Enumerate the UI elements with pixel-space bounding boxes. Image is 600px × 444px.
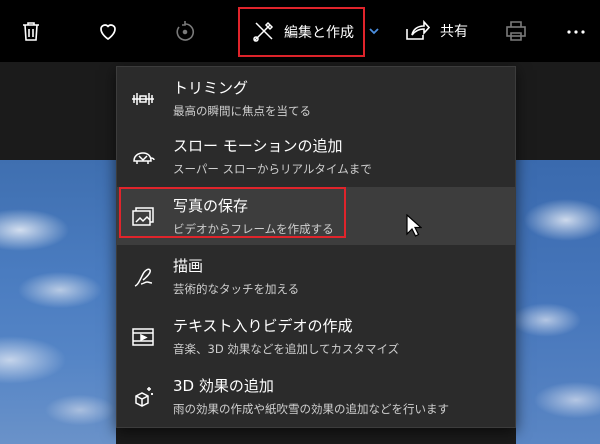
ellipsis-icon[interactable]: [561, 16, 591, 46]
menu-item-save-photo[interactable]: 写真の保存 ビデオからフレームを作成する: [117, 187, 515, 245]
rotate-icon[interactable]: [170, 16, 200, 46]
photo-sky-right: [516, 160, 600, 444]
share-button[interactable]: 共有: [404, 16, 468, 46]
share-label: 共有: [440, 24, 468, 40]
draw-icon: [129, 263, 157, 291]
menu-item-subtitle: 音楽、3D 効果などを追加してカスタマイズ: [173, 342, 400, 356]
menu-item-subtitle: スーパー スローからリアルタイムまで: [173, 162, 372, 176]
photos-app-window: 編集と作成 共有 トリミング 最高の瞬間に焦点を当てる スロー モーションの追加…: [0, 0, 600, 444]
menu-item-slow-motion[interactable]: スロー モーションの追加 スーパー スローからリアルタイムまで: [117, 127, 515, 185]
chevron-down-icon[interactable]: [368, 25, 380, 37]
menu-item-subtitle: 芸術的なタッチを加える: [173, 282, 300, 296]
menu-item-subtitle: 雨の効果の作成や紙吹雪の効果の追加などを行います: [173, 402, 449, 416]
edit-create-button[interactable]: 編集と作成: [238, 7, 365, 57]
photo-sky-left: [0, 160, 116, 444]
effects-3d-icon: [129, 383, 157, 411]
trash-icon[interactable]: [16, 16, 46, 46]
menu-item-3d-effects[interactable]: 3D 効果の追加 雨の効果の作成や紙吹雪の効果の追加などを行います: [117, 367, 515, 425]
trim-icon: [129, 85, 157, 113]
menu-item-title: トリミング: [173, 79, 249, 97]
turtle-icon: [129, 143, 157, 171]
share-icon: [406, 19, 430, 40]
menu-item-title: 3D 効果の追加: [173, 377, 274, 395]
text-video-icon: [129, 323, 157, 351]
edit-create-label: 編集と作成: [284, 25, 354, 41]
edit-create-menu: トリミング 最高の瞬間に焦点を当てる スロー モーションの追加 スーパー スロー…: [116, 66, 516, 428]
menu-item-title: 描画: [173, 257, 204, 275]
menu-item-title: スロー モーションの追加: [173, 137, 343, 155]
menu-item-title: 写真の保存: [173, 197, 249, 215]
top-toolbar: 編集と作成 共有: [0, 0, 600, 62]
menu-item-title: テキスト入りビデオの作成: [173, 317, 353, 335]
menu-item-draw[interactable]: 描画 芸術的なタッチを加える: [117, 247, 515, 305]
save-frame-icon: [129, 203, 157, 231]
menu-item-subtitle: ビデオからフレームを作成する: [173, 222, 334, 236]
menu-item-trim[interactable]: トリミング 最高の瞬間に焦点を当てる: [117, 69, 515, 127]
edit-create-icon: [253, 21, 274, 42]
menu-item-text-video[interactable]: テキスト入りビデオの作成 音楽、3D 効果などを追加してカスタマイズ: [117, 307, 515, 365]
heart-icon[interactable]: [93, 16, 123, 46]
mouse-cursor-icon: [406, 214, 422, 237]
printer-icon[interactable]: [501, 16, 531, 46]
menu-item-subtitle: 最高の瞬間に焦点を当てる: [173, 104, 311, 118]
